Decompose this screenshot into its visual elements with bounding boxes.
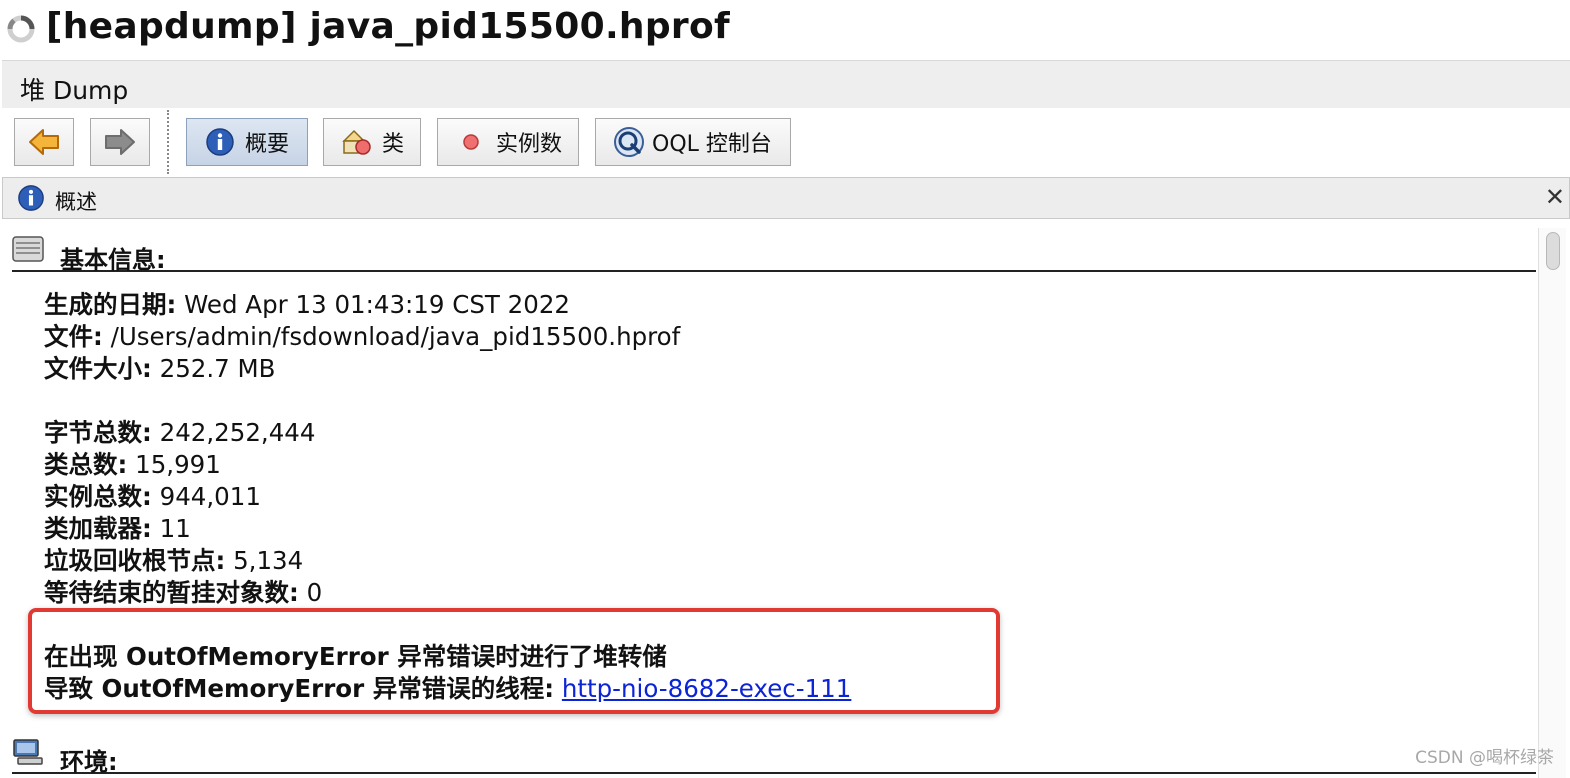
oom-thread-label: 导致 OutOfMemoryError 异常错误的线程:: [44, 674, 555, 703]
forward-button[interactable]: [90, 118, 150, 166]
toolbar-separator: [167, 110, 169, 174]
total-instances-row: 实例总数: 944,011: [44, 478, 261, 513]
generation-date-label: 生成的日期:: [44, 290, 177, 319]
gc-roots-row: 垃圾回收根节点: 5,134: [44, 542, 303, 577]
tab-overview[interactable]: 概述 ✕: [2, 177, 1570, 219]
watermark: CSDN @喝杯绿茶: [1415, 748, 1554, 768]
summary-button[interactable]: 概要: [186, 118, 308, 166]
oom-thread-row: 导致 OutOfMemoryError 异常错误的线程: http-nio-86…: [44, 670, 851, 705]
instances-button-label: 实例数: [496, 132, 563, 157]
classes-button[interactable]: 类: [323, 118, 421, 166]
database-icon: [12, 236, 44, 262]
oql-icon: [612, 125, 646, 159]
oql-console-button-label: OQL 控制台: [652, 132, 772, 157]
computer-icon: [13, 739, 43, 765]
file-size-value: 252.7 MB: [151, 354, 276, 383]
info-icon: [18, 185, 44, 211]
basic-info-heading: 基本信息:: [60, 246, 166, 274]
file-label: 文件:: [44, 322, 103, 351]
class-loaders-label: 类加载器:: [44, 514, 152, 543]
file-size-row: 文件大小: 252.7 MB: [44, 350, 275, 385]
classes-button-label: 类: [382, 132, 405, 157]
arrow-left-icon: [29, 129, 59, 155]
tab-overview-label: 概述: [55, 190, 97, 214]
total-classes-row: 类总数: 15,991: [44, 446, 221, 481]
total-instances-value: 944,011: [151, 482, 261, 511]
oql-console-button[interactable]: OQL 控制台: [595, 118, 791, 166]
gc-roots-value: 5,134: [225, 546, 304, 575]
window-title-bar: [heapdump] java_pid15500.hprof: [0, 0, 1570, 60]
total-classes-label: 类总数:: [44, 450, 128, 479]
heap-dump-label[interactable]: 堆 Dump: [20, 71, 128, 107]
window-title: [heapdump] java_pid15500.hprof: [46, 6, 730, 47]
environment-heading: 环境:: [60, 748, 118, 776]
file-path-row: 文件: /Users/admin/fsdownload/java_pid1550…: [44, 318, 680, 353]
classes-icon: [340, 127, 374, 157]
arrow-right-icon: [105, 129, 135, 155]
total-bytes-value: 242,252,444: [151, 418, 316, 447]
close-icon[interactable]: ✕: [1545, 183, 1565, 211]
environment-section-header: 环境:: [12, 728, 1536, 776]
loading-spinner-icon: [7, 15, 35, 43]
oom-thread-link[interactable]: http-nio-8682-exec-111: [562, 674, 851, 703]
pending-finalization-row: 等待结束的暂挂对象数: 0: [44, 574, 322, 609]
generation-date-value: Wed Apr 13 01:43:19 CST 2022: [176, 290, 571, 319]
generation-date-row: 生成的日期: Wed Apr 13 01:43:19 CST 2022: [44, 286, 570, 321]
gc-roots-label: 垃圾回收根节点:: [44, 546, 226, 575]
oom-heap-dump-notice: 在出现 OutOfMemoryError 异常错误时进行了堆转储: [44, 638, 667, 673]
heap-dump-menu-strip: 堆 Dump: [2, 60, 1570, 108]
oom-heap-dump-text: 在出现 OutOfMemoryError 异常错误时进行了堆转储: [44, 642, 667, 671]
class-loaders-row: 类加载器: 11: [44, 510, 191, 545]
scrollbar-thumb[interactable]: [1546, 232, 1560, 270]
pending-finalization-value: 0: [298, 578, 323, 607]
total-bytes-label: 字节总数:: [44, 418, 152, 447]
vertical-scrollbar[interactable]: [1538, 228, 1566, 778]
overview-content: 基本信息: 生成的日期: Wed Apr 13 01:43:19 CST 202…: [0, 220, 1570, 778]
info-icon: [205, 127, 235, 157]
file-path-value: /Users/admin/fsdownload/java_pid15500.hp…: [102, 322, 681, 351]
toolbar: 概要 类 实例数 OQL 控制台: [0, 108, 1570, 176]
summary-button-label: 概要: [245, 132, 290, 157]
total-classes-value: 15,991: [127, 450, 221, 479]
pending-finalization-label: 等待结束的暂挂对象数:: [44, 578, 299, 607]
basic-info-section-header: 基本信息:: [12, 226, 1536, 274]
total-bytes-row: 字节总数: 242,252,444: [44, 414, 315, 449]
back-button[interactable]: [14, 118, 74, 166]
class-loaders-value: 11: [151, 514, 191, 543]
instances-button[interactable]: 实例数: [437, 118, 579, 166]
total-instances-label: 实例总数:: [44, 482, 152, 511]
instances-icon: [460, 131, 482, 153]
file-size-label: 文件大小:: [44, 354, 152, 383]
